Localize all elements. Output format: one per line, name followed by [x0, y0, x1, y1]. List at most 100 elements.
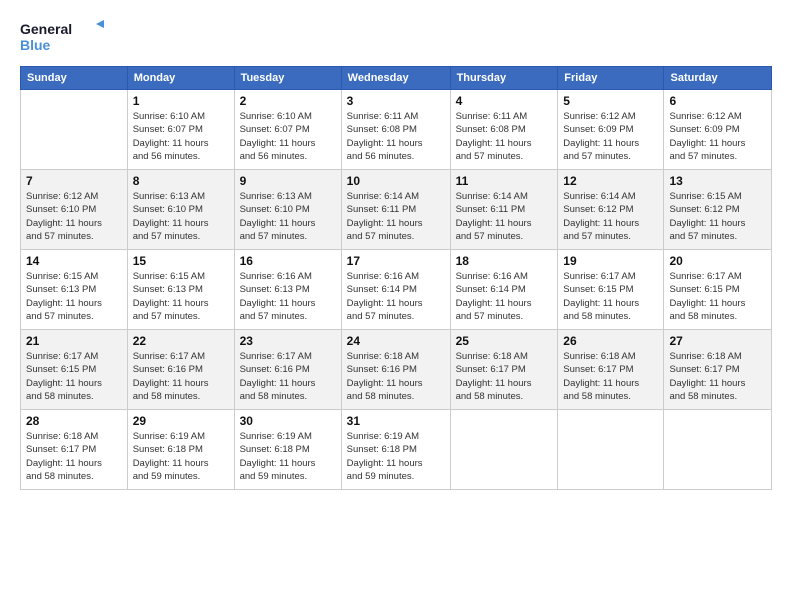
day-info: Sunrise: 6:18 AMSunset: 6:17 PMDaylight:… — [669, 350, 766, 403]
calendar-cell: 14Sunrise: 6:15 AMSunset: 6:13 PMDayligh… — [21, 250, 128, 330]
day-number: 30 — [240, 414, 336, 428]
calendar-cell: 25 Sunrise: 6:18 AMSunset: 6:17 PMDayligh… — [450, 330, 558, 410]
weekday-tuesday: Tuesday — [234, 67, 341, 90]
day-number: 4 — [456, 94, 553, 108]
day-info: Sunrise: 6:16 AMSunset: 6:14 PMDaylight:… — [456, 270, 553, 323]
day-info: Sunrise: 6:16 AMSunset: 6:14 PMDaylight:… — [347, 270, 445, 323]
calendar-cell: 3 Sunrise: 6:11 AMSunset: 6:08 PMDaylight… — [341, 90, 450, 170]
day-number: 10 — [347, 174, 445, 188]
calendar-cell: 7Sunrise: 6:12 AMSunset: 6:10 PMDaylight… — [21, 170, 128, 250]
day-number: 6 — [669, 94, 766, 108]
day-number: 29 — [133, 414, 229, 428]
day-number: 5 — [563, 94, 658, 108]
day-info: Sunrise: 6:10 AMSunset: 6:07 PMDaylight:… — [240, 110, 336, 163]
calendar-cell: 15 Sunrise: 6:15 AMSunset: 6:13 PMDayligh… — [127, 250, 234, 330]
day-number: 14 — [26, 254, 122, 268]
calendar-cell: 17 Sunrise: 6:16 AMSunset: 6:14 PMDayligh… — [341, 250, 450, 330]
day-number: 19 — [563, 254, 658, 268]
calendar-cell: 28 Sunrise: 6:18 AMSunset: 6:17 PMDayligh… — [21, 410, 128, 490]
day-number: 26 — [563, 334, 658, 348]
day-info: Sunrise: 6:17 AMSunset: 6:16 PMDaylight:… — [133, 350, 229, 403]
day-number: 3 — [347, 94, 445, 108]
svg-text:Blue: Blue — [20, 37, 51, 53]
day-number: 20 — [669, 254, 766, 268]
calendar-cell: 31Sunrise: 6:19 AMSunset: 6:18 PMDayligh… — [341, 410, 450, 490]
calendar-cell: 13Sunrise: 6:15 AMSunset: 6:12 PMDayligh… — [664, 170, 772, 250]
day-info: Sunrise: 6:15 AMSunset: 6:13 PMDaylight:… — [133, 270, 229, 323]
calendar-cell: 9 Sunrise: 6:13 AMSunset: 6:10 PMDaylight… — [234, 170, 341, 250]
week-row-3: 21 Sunrise: 6:17 AMSunset: 6:15 PMDayligh… — [21, 330, 772, 410]
calendar-cell: 29 Sunrise: 6:19 AMSunset: 6:18 PMDayligh… — [127, 410, 234, 490]
day-info: Sunrise: 6:13 AMSunset: 6:10 PMDaylight:… — [240, 190, 336, 243]
day-number: 1 — [133, 94, 229, 108]
calendar-cell: 10 Sunrise: 6:14 AMSunset: 6:11 PMDayligh… — [341, 170, 450, 250]
calendar-cell: 1Sunrise: 6:10 AMSunset: 6:07 PMDaylight… — [127, 90, 234, 170]
day-info: Sunrise: 6:17 AMSunset: 6:15 PMDaylight:… — [669, 270, 766, 323]
calendar-cell: 22 Sunrise: 6:17 AMSunset: 6:16 PMDayligh… — [127, 330, 234, 410]
calendar-cell: 5 Sunrise: 6:12 AMSunset: 6:09 PMDaylight… — [558, 90, 664, 170]
weekday-monday: Monday — [127, 67, 234, 90]
day-info: Sunrise: 6:18 AMSunset: 6:17 PMDaylight:… — [456, 350, 553, 403]
calendar-cell: 19 Sunrise: 6:17 AMSunset: 6:15 PMDayligh… — [558, 250, 664, 330]
day-info: Sunrise: 6:12 AMSunset: 6:09 PMDaylight:… — [563, 110, 658, 163]
day-number: 25 — [456, 334, 553, 348]
header: General Blue — [20, 16, 772, 56]
day-number: 9 — [240, 174, 336, 188]
day-info: Sunrise: 6:12 AMSunset: 6:09 PMDaylight:… — [669, 110, 766, 163]
day-info: Sunrise: 6:19 AMSunset: 6:18 PMDaylight:… — [133, 430, 229, 483]
calendar-cell — [450, 410, 558, 490]
day-info: Sunrise: 6:14 AMSunset: 6:12 PMDaylight:… — [563, 190, 658, 243]
day-number: 12 — [563, 174, 658, 188]
calendar-cell: 11 Sunrise: 6:14 AMSunset: 6:11 PMDayligh… — [450, 170, 558, 250]
week-row-0: 1 Sunrise: 6:10 AMSunset: 6:07 PMDaylight… — [21, 90, 772, 170]
day-info: Sunrise: 6:18 AMSunset: 6:17 PMDaylight:… — [563, 350, 658, 403]
day-info: Sunrise: 6:16 AMSunset: 6:13 PMDaylight:… — [240, 270, 336, 323]
calendar-cell: 4Sunrise: 6:11 AMSunset: 6:08 PMDaylight… — [450, 90, 558, 170]
calendar-cell — [664, 410, 772, 490]
day-info: Sunrise: 6:19 AMSunset: 6:18 PMDaylight:… — [240, 430, 336, 483]
day-number: 21 — [26, 334, 122, 348]
calendar-cell: 6 Sunrise: 6:12 AMSunset: 6:09 PMDaylight… — [664, 90, 772, 170]
day-number: 28 — [26, 414, 122, 428]
calendar-cell: 27 Sunrise: 6:18 AMSunset: 6:17 PMDayligh… — [664, 330, 772, 410]
weekday-thursday: Thursday — [450, 67, 558, 90]
day-number: 16 — [240, 254, 336, 268]
day-info: Sunrise: 6:18 AMSunset: 6:17 PMDaylight:… — [26, 430, 122, 483]
weekday-sunday: Sunday — [21, 67, 128, 90]
day-info: Sunrise: 6:17 AMSunset: 6:16 PMDaylight:… — [240, 350, 336, 403]
weekday-friday: Friday — [558, 67, 664, 90]
calendar-cell: 30 Sunrise: 6:19 AMSunset: 6:18 PMDayligh… — [234, 410, 341, 490]
calendar-cell: 26 Sunrise: 6:18 AMSunset: 6:17 PMDayligh… — [558, 330, 664, 410]
day-info: Sunrise: 6:14 AMSunset: 6:11 PMDaylight:… — [456, 190, 553, 243]
day-info: Sunrise: 6:11 AMSunset: 6:08 PMDaylight:… — [347, 110, 445, 163]
week-row-1: 7Sunrise: 6:12 AMSunset: 6:10 PMDaylight… — [21, 170, 772, 250]
calendar-cell: 23Sunrise: 6:17 AMSunset: 6:16 PMDayligh… — [234, 330, 341, 410]
day-number: 15 — [133, 254, 229, 268]
page: General Blue SundayMondayTuesdayWednesda… — [0, 0, 792, 612]
calendar-cell: 12 Sunrise: 6:14 AMSunset: 6:12 PMDayligh… — [558, 170, 664, 250]
day-number: 17 — [347, 254, 445, 268]
day-info: Sunrise: 6:17 AMSunset: 6:15 PMDaylight:… — [563, 270, 658, 323]
week-row-2: 14 Sunrise: 6:15 AMSunset: 6:13 PMDayligh… — [21, 250, 772, 330]
day-number: 24 — [347, 334, 445, 348]
day-number: 27 — [669, 334, 766, 348]
calendar-table: SundayMondayTuesdayWednesdayThursdayFrid… — [20, 66, 772, 490]
day-number: 22 — [133, 334, 229, 348]
day-info: Sunrise: 6:18 AMSunset: 6:16 PMDaylight:… — [347, 350, 445, 403]
calendar-cell — [558, 410, 664, 490]
day-info: Sunrise: 6:14 AMSunset: 6:11 PMDaylight:… — [347, 190, 445, 243]
weekday-saturday: Saturday — [664, 67, 772, 90]
weekday-header-row: SundayMondayTuesdayWednesdayThursdayFrid… — [21, 67, 772, 90]
day-info: Sunrise: 6:17 AMSunset: 6:15 PMDaylight:… — [26, 350, 122, 403]
calendar-cell: 21 Sunrise: 6:17 AMSunset: 6:15 PMDayligh… — [21, 330, 128, 410]
svg-text:General: General — [20, 21, 72, 37]
day-number: 8 — [133, 174, 229, 188]
calendar-cell — [21, 90, 128, 170]
weekday-wednesday: Wednesday — [341, 67, 450, 90]
day-number: 11 — [456, 174, 553, 188]
day-number: 7 — [26, 174, 122, 188]
day-info: Sunrise: 6:19 AMSunset: 6:18 PMDaylight:… — [347, 430, 445, 483]
day-number: 2 — [240, 94, 336, 108]
calendar-cell: 8Sunrise: 6:13 AMSunset: 6:10 PMDaylight… — [127, 170, 234, 250]
calendar-cell: 24 Sunrise: 6:18 AMSunset: 6:16 PMDayligh… — [341, 330, 450, 410]
